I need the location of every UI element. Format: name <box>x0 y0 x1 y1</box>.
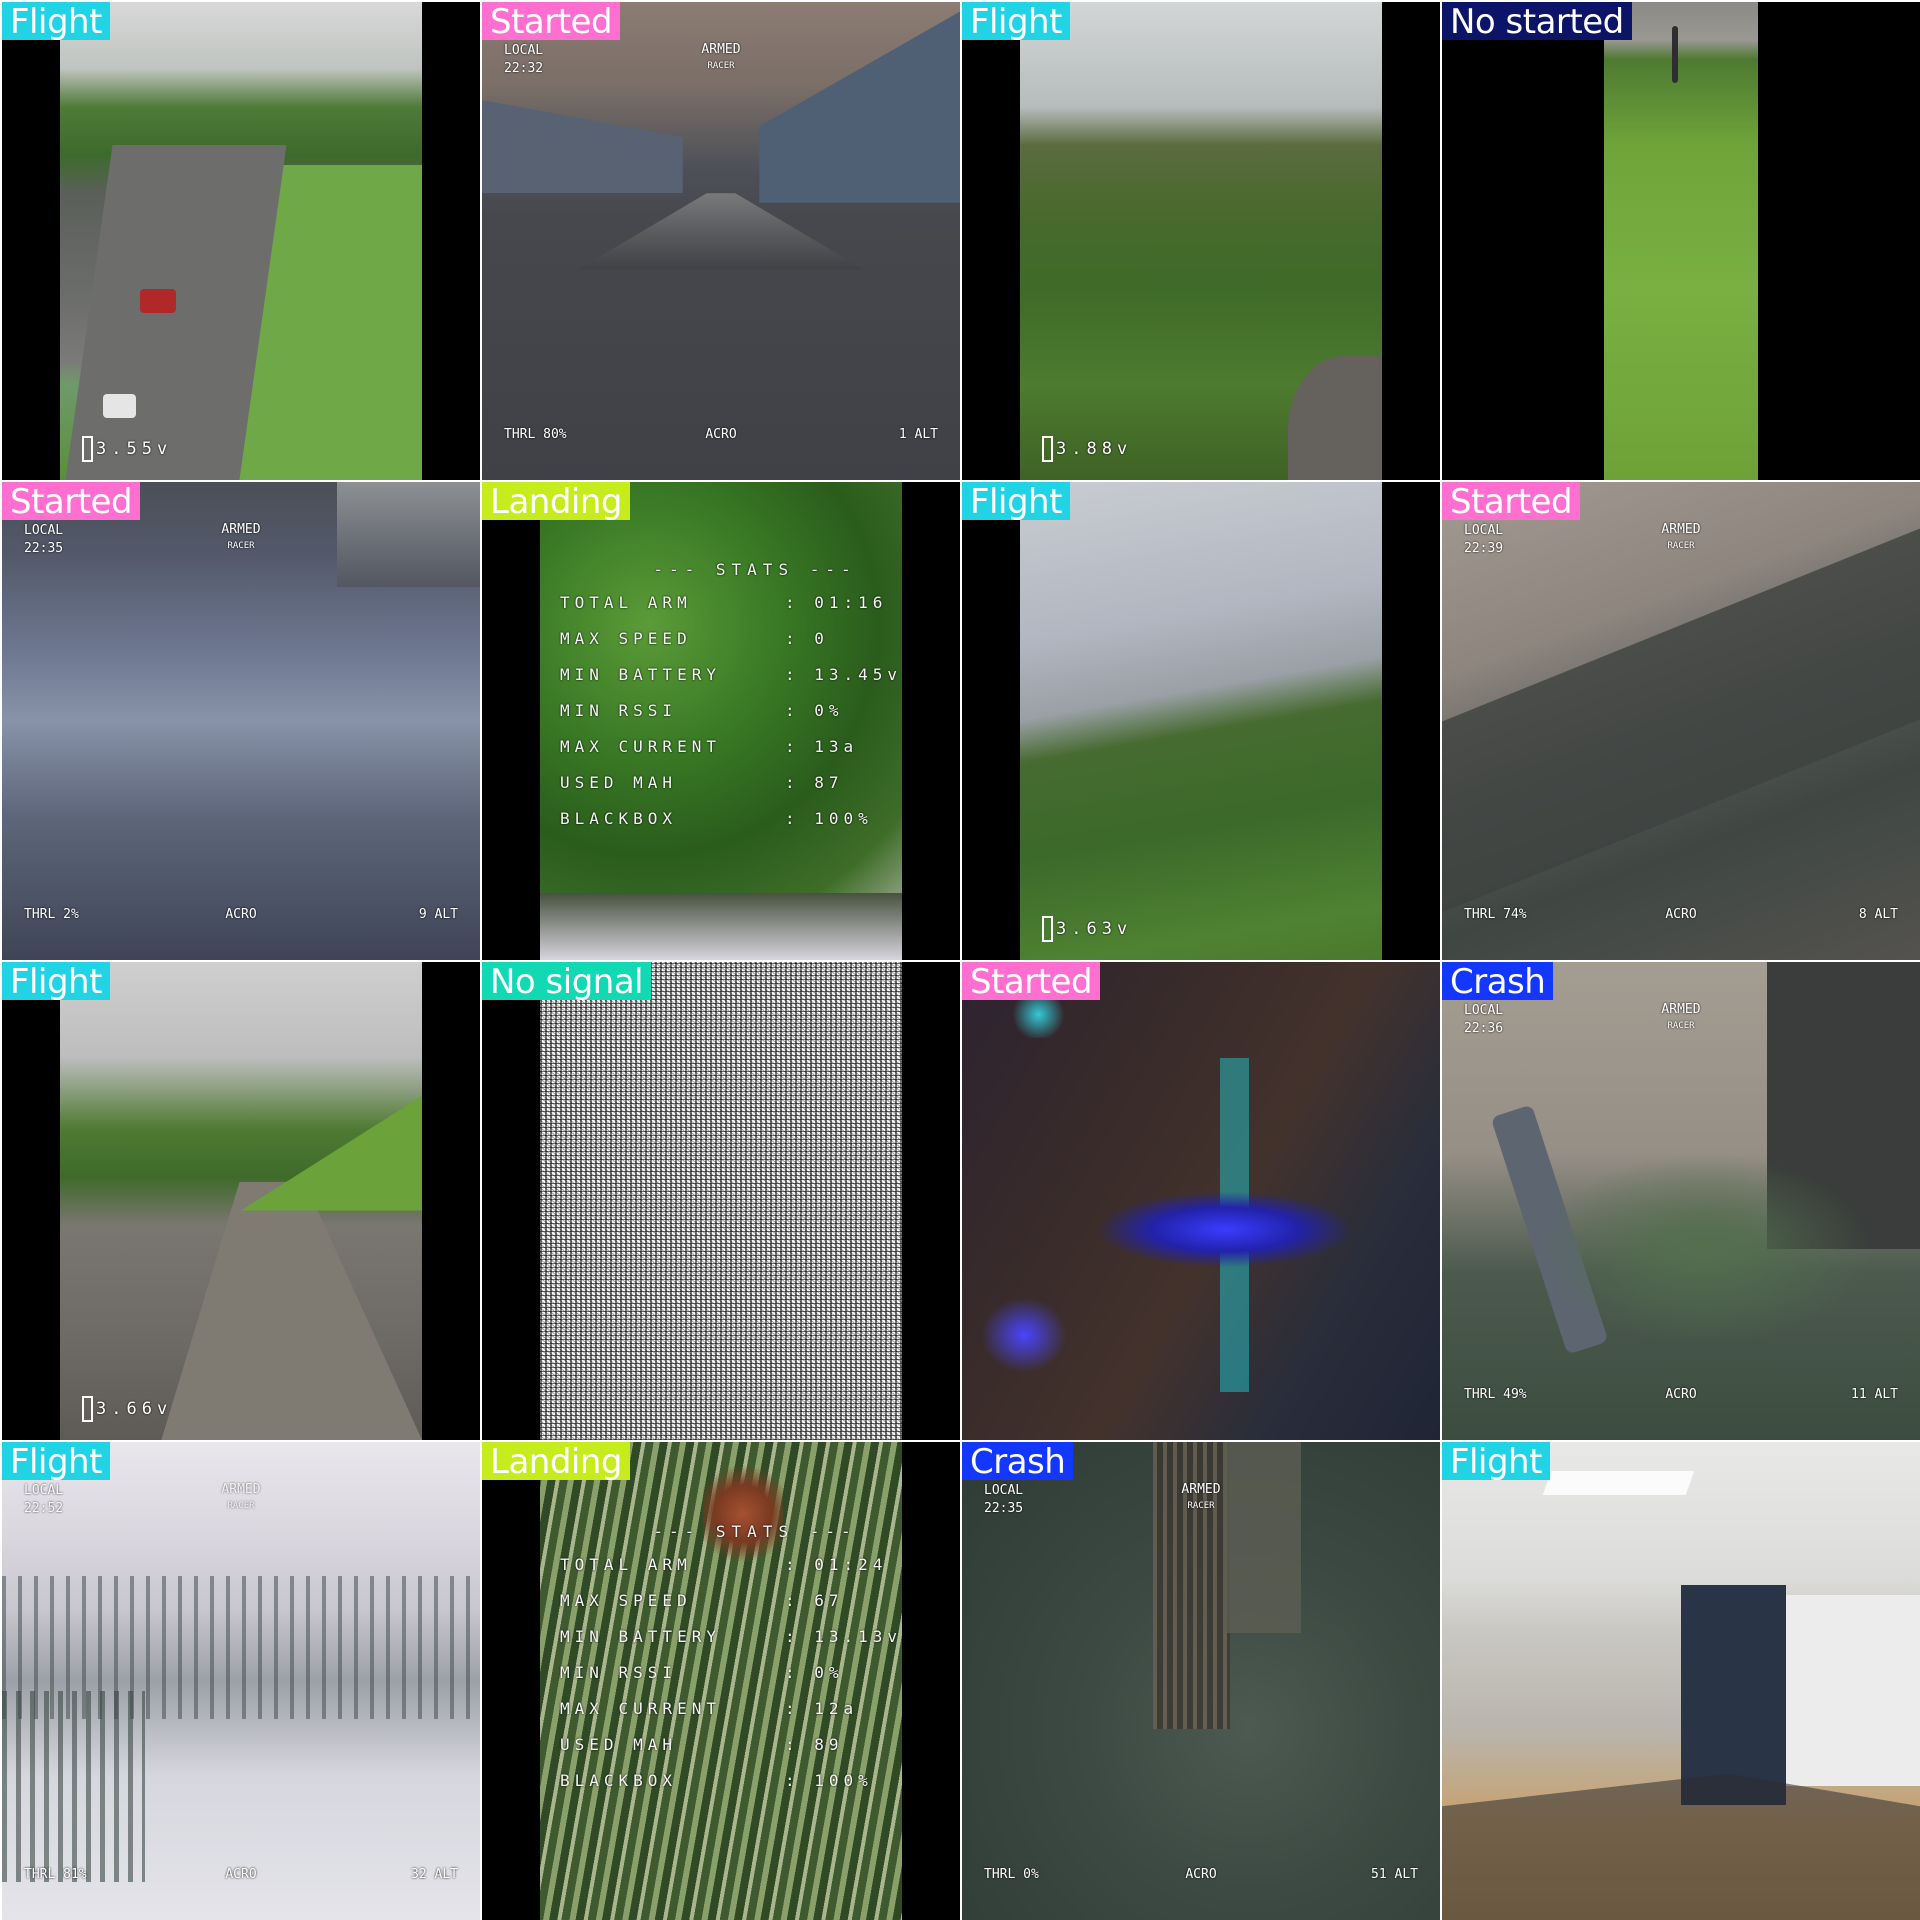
grass-field-scene <box>1604 2 1758 480</box>
frame-tile-10: No signal <box>482 962 960 1440</box>
frame-tile-13: Flight LOCAL 22:52 ARMED RACER THRL 81% AC… <box>2 1442 480 1920</box>
stats-row: MAX SPEED: 67 <box>560 1591 844 1610</box>
stats-row: TOTAL ARM: 01:24 <box>560 1555 888 1574</box>
stats-row: USED MAH: 87 <box>560 773 844 792</box>
stats-row: MIN BATTERY: 13.45v <box>560 665 903 684</box>
frame-tile-3: Flight 3.88v <box>962 2 1440 480</box>
frame-tile-2: Started LOCAL 22:32 ARMED RACER THRL 80% A… <box>482 2 960 480</box>
frame-label: Flight <box>962 482 1070 522</box>
osd-mode: ACRO <box>705 427 737 442</box>
flight-stats-overlay: --- STATS --- TOTAL ARM: 01:24 MAX SPEED… <box>560 1522 950 1807</box>
frame-label: Landing <box>482 1442 630 1482</box>
osd-altitude: 11 ALT <box>1851 1387 1898 1402</box>
stats-row: MIN BATTERY: 13.13v <box>560 1627 903 1646</box>
stats-title: --- STATS --- <box>653 1522 857 1541</box>
stats-row: MAX CURRENT: 13a <box>560 737 859 756</box>
frame-label: Flight <box>1442 1442 1550 1482</box>
frame-tile-6: Landing --- STATS --- TOTAL ARM: 01:16 M… <box>482 482 960 960</box>
frame-tile-8: Started LOCAL 22:39 ARMED RACER THRL 74% A… <box>1442 482 1920 960</box>
frame-tile-1: Flight 3.55v <box>2 2 480 480</box>
osd-armed: ARMED RACER <box>1661 1002 1701 1031</box>
osd-armed: ARMED RACER <box>1181 1482 1221 1511</box>
osd-armed: ARMED RACER <box>221 1482 261 1511</box>
stats-row: MIN RSSI: 0% <box>560 701 844 720</box>
stats-row: MAX SPEED: 0 <box>560 629 829 648</box>
frame-label: Flight <box>2 962 110 1002</box>
osd-altitude: 9 ALT <box>418 907 458 922</box>
battery-voltage: 3.66v <box>82 1396 172 1422</box>
frame-tile-16: Flight <box>1442 1442 1920 1920</box>
frame-label: No started <box>1442 2 1632 42</box>
frame-tile-14: Landing --- STATS --- TOTAL ARM: 01:24 M… <box>482 1442 960 1920</box>
hillside-scene <box>1020 482 1382 960</box>
frame-label: Landing <box>482 482 630 522</box>
osd-mode: ACRO <box>1665 1387 1697 1402</box>
stats-row: MIN RSSI: 0% <box>560 1663 844 1682</box>
office-lab-scene <box>1442 1442 1920 1920</box>
stats-row: BLACKBOX: 100% <box>560 809 873 828</box>
parking-lot-scene <box>60 2 422 480</box>
frame-label: Flight <box>962 2 1070 42</box>
frame-tile-7: Flight 3.63v <box>962 482 1440 960</box>
osd-armed: ARMED RACER <box>701 42 741 71</box>
frame-tile-5: Started LOCAL 22:35 ARMED RACER THRL 2% AC… <box>2 482 480 960</box>
osd-altitude: 8 ALT <box>1858 907 1898 922</box>
osd-mode: ACRO <box>225 907 257 922</box>
frame-tile-9: Flight 3.66v <box>2 962 480 1440</box>
frame-tile-12: Crash LOCAL 22:36 ARMED RACER THRL 49% ACR… <box>1442 962 1920 1440</box>
static-noise-scene <box>540 962 902 1440</box>
stats-title: --- STATS --- <box>653 560 857 579</box>
battery-voltage: 3.63v <box>1042 916 1132 942</box>
osd-mode: ACRO <box>225 1867 257 1882</box>
osd-armed: ARMED RACER <box>221 522 261 551</box>
stats-row: TOTAL ARM: 01:16 <box>560 593 888 612</box>
drone-night-scene <box>962 962 1440 1440</box>
flight-stats-overlay: --- STATS --- TOTAL ARM: 01:16 MAX SPEED… <box>560 560 950 845</box>
frame-label: Started <box>1442 482 1581 522</box>
video-frame-grid: Flight 3.55v Started LOCAL 22:32 ARMED RAC… <box>0 0 1920 1920</box>
frame-label: Crash <box>962 1442 1074 1482</box>
frame-label: No signal <box>482 962 652 1002</box>
stats-row: BLACKBOX: 100% <box>560 1771 873 1790</box>
frame-tile-15: Crash LOCAL 22:35 ARMED RACER THRL 0% ACRO… <box>962 1442 1440 1920</box>
stats-row: USED MAH: 89 <box>560 1735 844 1754</box>
frame-label: Crash <box>1442 962 1554 1002</box>
osd-altitude: 1 ALT <box>898 427 938 442</box>
trees-cloudy-scene <box>1020 2 1382 480</box>
frame-label: Started <box>2 482 141 522</box>
osd-altitude: 51 ALT <box>1371 1867 1418 1882</box>
frame-tile-4: No started <box>1442 2 1920 480</box>
battery-voltage: 3.88v <box>1042 436 1132 462</box>
osd-altitude: 32 ALT <box>411 1867 458 1882</box>
frame-label: Started <box>482 2 621 42</box>
osd-mode: ACRO <box>1185 1867 1217 1882</box>
battery-voltage: 3.55v <box>82 436 172 462</box>
frame-label: Started <box>962 962 1101 1002</box>
frame-tile-11: Started <box>962 962 1440 1440</box>
road-parking-scene <box>60 962 422 1440</box>
frame-label: Flight <box>2 1442 110 1482</box>
osd-armed: ARMED RACER <box>1661 522 1701 551</box>
stats-row: MAX CURRENT: 12a <box>560 1699 859 1718</box>
frame-label: Flight <box>2 2 110 42</box>
osd-mode: ACRO <box>1665 907 1697 922</box>
